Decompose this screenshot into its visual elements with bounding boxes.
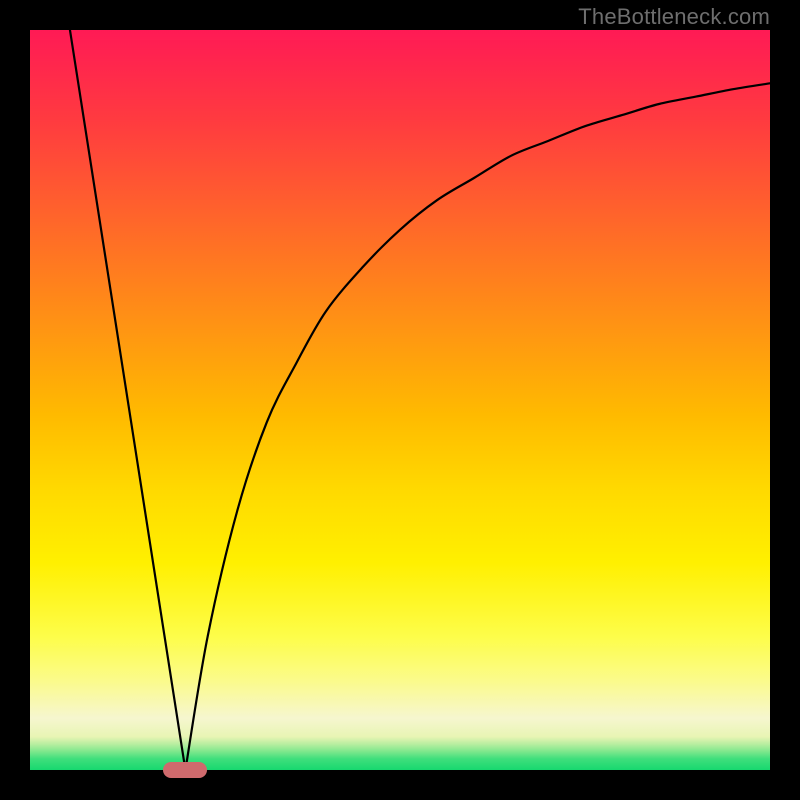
vertex-marker [163,762,207,778]
watermark-text: TheBottleneck.com [578,4,770,30]
plot-area [30,30,770,770]
right-curve [185,83,770,770]
curves-svg [30,30,770,770]
chart-frame: TheBottleneck.com [0,0,800,800]
left-line [70,30,185,770]
